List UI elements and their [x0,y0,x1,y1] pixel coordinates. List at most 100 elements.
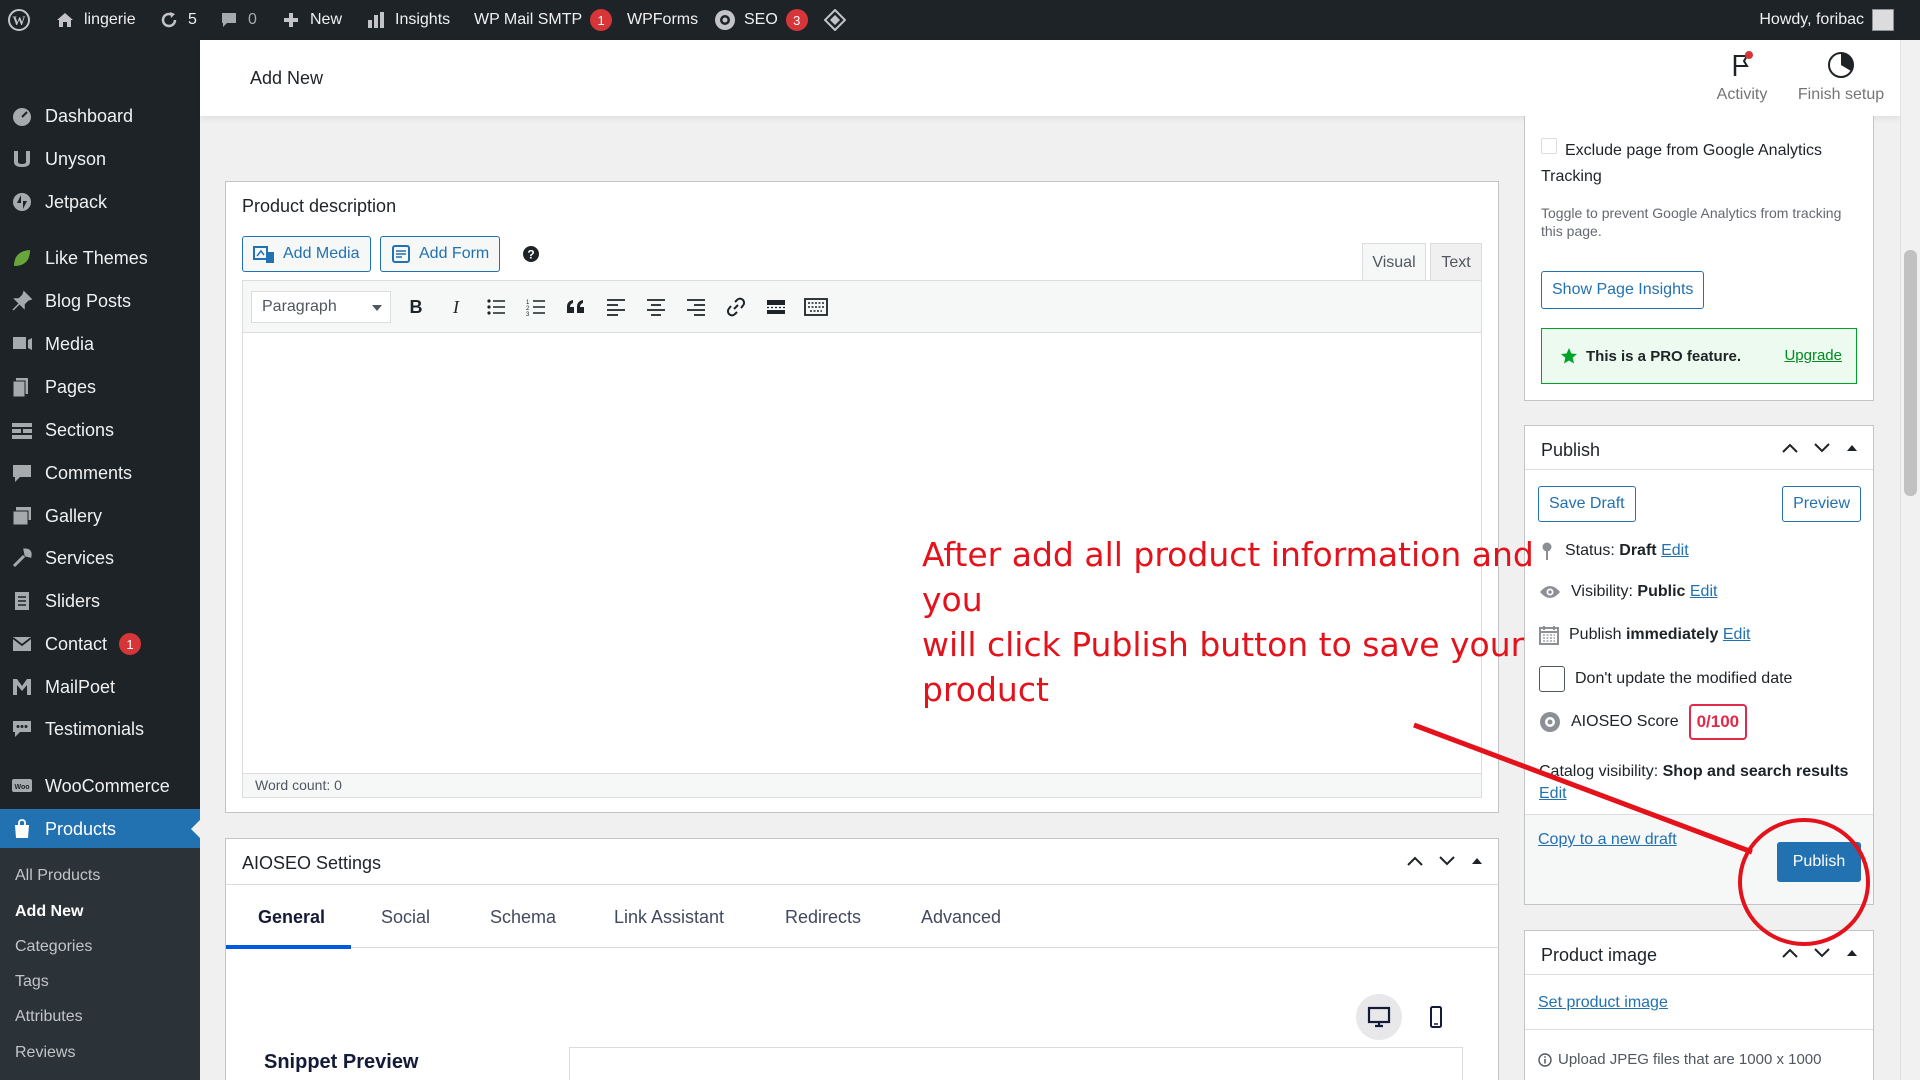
tab-link-assistant[interactable]: Link Assistant [614,907,724,928]
pin-icon [11,290,33,312]
sidebar-item-testimonials[interactable]: Testimonials [0,709,200,749]
move-up-icon[interactable] [1406,855,1424,867]
sidebar-item-unyson[interactable]: Unyson [0,139,200,179]
sidebar-item-pages[interactable]: Pages [0,367,200,407]
keyboard-icon [804,298,828,316]
add-media-label: Add Media [283,245,360,262]
submenu-item-categories[interactable]: Categories [15,938,92,956]
align-right-button[interactable] [683,294,709,320]
products-submenu: All Products Add New Categories Tags Attribu… [0,848,200,1080]
submenu-item-tags[interactable]: Tags [15,973,49,991]
edit-catalog-link[interactable]: Edit [1539,785,1567,802]
tab-visual[interactable]: Visual [1362,243,1426,281]
align-center-button[interactable] [643,294,669,320]
aioseo-tabs: General Social Schema Link Assistant Red… [226,884,1498,949]
tab-text[interactable]: Text [1430,243,1482,281]
tab-redirects[interactable]: Redirects [785,907,861,928]
desktop-preview-button[interactable] [1356,994,1402,1040]
bullet-list-button[interactable] [483,294,509,320]
align-right-icon [687,299,705,316]
upload-hint: Upload JPEG files that are 1000 x 1000 [1558,1051,1822,1068]
product-image-handles [1781,947,1859,959]
save-draft-button[interactable]: Save Draft [1538,486,1636,522]
blockquote-button[interactable] [563,294,589,320]
sidebar-item-contact[interactable]: Contact 1 [0,624,200,664]
preview-button[interactable]: Preview [1782,486,1861,522]
sidebar-item-label: MailPoet [45,676,116,697]
tab-general[interactable]: General [258,907,325,928]
sidebar-item-blog-posts[interactable]: Blog Posts [0,281,200,321]
mobile-preview-button[interactable] [1413,994,1459,1040]
tab-schema[interactable]: Schema [490,907,556,928]
scrollbar-thumb[interactable] [1904,250,1917,496]
sidebar-item-sections[interactable]: Sections [0,410,200,450]
move-up-icon[interactable] [1781,947,1799,959]
finish-setup-button[interactable]: Finish setup [1786,50,1896,104]
collapse-icon[interactable] [1845,947,1859,959]
toolbar-toggle-button[interactable] [803,294,829,320]
move-down-icon[interactable] [1438,855,1456,867]
sidebar-item-like-themes[interactable]: Like Themes [0,238,200,278]
comments-link[interactable]: 0 [218,0,257,40]
collapse-icon[interactable] [1845,442,1859,454]
upgrade-link[interactable]: Upgrade [1784,347,1842,364]
move-down-icon[interactable] [1813,442,1831,454]
sidebar-item-label: Testimonials [45,718,145,739]
sidebar-item-label: Products [45,818,117,839]
updates-link[interactable]: 5 [158,0,197,40]
numbered-list-button[interactable]: 123 [523,294,549,320]
edit-visibility-link[interactable]: Edit [1690,583,1718,600]
page-scrollbar[interactable] [1900,40,1920,1080]
add-media-button[interactable]: Add Media [242,236,371,272]
aioseo-score-value[interactable]: 0/100 [1688,704,1748,740]
move-down-icon[interactable] [1813,947,1831,959]
show-page-insights-button[interactable]: Show Page Insights [1541,271,1705,309]
sidebar-item-dashboard[interactable]: Dashboard [0,96,200,136]
submenu-item-all-products[interactable]: All Products [15,867,100,885]
set-product-image-link[interactable]: Set product image [1538,994,1668,1012]
leaf-icon [11,247,33,269]
sidebar-item-mailpoet[interactable]: MailPoet [0,667,200,707]
sidebar-item-products[interactable]: Products [0,809,200,849]
my-account-link[interactable]: Howdy, foribac [1759,0,1894,40]
tab-social[interactable]: Social [381,907,430,928]
sidebar-item-woocommerce[interactable]: Woo WooCommerce [0,766,200,806]
submenu-item-add-new[interactable]: Add New [15,903,83,921]
tab-advanced[interactable]: Advanced [921,907,1001,928]
help-icon[interactable]: ? [522,245,540,263]
publish-button[interactable]: Publish [1777,842,1861,882]
wordpress-logo-button[interactable]: W [8,0,30,40]
read-more-button[interactable] [763,294,789,320]
align-left-button[interactable] [603,294,629,320]
italic-button[interactable]: I [443,294,469,320]
diamond-plugin-link[interactable] [824,0,846,40]
wpforms-link[interactable]: WPForms [627,0,698,40]
updates-count: 5 [188,11,197,28]
sidebar-item-gallery[interactable]: Gallery [0,496,200,536]
seo-link[interactable]: SEO 3 [714,0,808,40]
submenu-item-reviews[interactable]: Reviews [15,1044,75,1062]
activity-button[interactable]: Activity [1687,50,1797,104]
submenu-item-attributes[interactable]: Attributes [15,1008,83,1026]
insert-link-button[interactable] [723,294,749,320]
sidebar-item-jetpack[interactable]: Jetpack [0,182,200,222]
format-select[interactable]: Paragraph [251,291,391,323]
collapse-icon[interactable] [1470,855,1484,867]
snippet-preview-title: Snippet Preview [264,1051,419,1073]
sidebar-item-media[interactable]: Media [0,324,200,364]
copy-to-draft-link[interactable]: Copy to a new draft [1538,831,1677,849]
sidebar-item-comments[interactable]: Comments [0,453,200,493]
sidebar-item-sliders[interactable]: Sliders [0,581,200,621]
diamond-icon [824,9,846,31]
wp-mail-smtp-link[interactable]: WP Mail SMTP 1 [474,0,613,40]
insights-link[interactable]: Insights [365,0,450,40]
new-content-link[interactable]: New [280,0,342,40]
edit-status-link[interactable]: Edit [1661,542,1689,559]
add-form-label: Add Form [419,245,490,262]
add-form-button[interactable]: Add Form [380,236,501,272]
site-name-link[interactable]: lingerie [54,0,136,40]
edit-date-link[interactable]: Edit [1723,626,1751,643]
bold-button[interactable]: B [403,294,429,320]
move-up-icon[interactable] [1781,442,1799,454]
sidebar-item-services[interactable]: Services [0,538,200,578]
